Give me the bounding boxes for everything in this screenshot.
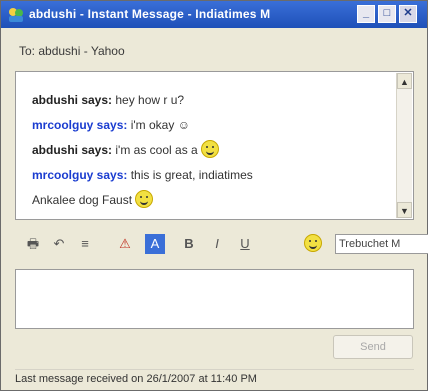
message-input[interactable]: [15, 269, 414, 329]
bold-icon[interactable]: B: [179, 234, 199, 254]
message-text: this is great, indiatimes: [130, 168, 253, 182]
message-list: abdushi says: hey how r u? mrcoolguy say…: [32, 88, 253, 213]
message-text: i'm okay ☺: [130, 118, 190, 132]
message-row: abdushi says: i'm as cool as a: [32, 138, 253, 163]
font-icon[interactable]: A: [145, 234, 165, 254]
recipient-label: To: abdushi - Yahoo: [19, 44, 125, 58]
message-text: i'm as cool as a: [115, 143, 198, 157]
smiley-emoticon-icon: [201, 140, 220, 158]
smiley-emoticon-icon: [135, 190, 154, 208]
close-button[interactable]: ✕: [399, 5, 417, 23]
list-icon[interactable]: ≡: [75, 234, 95, 254]
send-button[interactable]: Send: [333, 335, 413, 359]
message-sender: mrcoolguy says:: [32, 118, 128, 132]
conversation-scrollbar[interactable]: ▲ ▼: [396, 73, 412, 218]
scroll-up-arrow-icon[interactable]: ▲: [397, 73, 412, 89]
format-toolbar: 🖶 ↶ ≡ ⚠ A B I U Trebuchet M: [15, 229, 428, 263]
messenger-app-icon: [9, 8, 23, 22]
smiley-icon[interactable]: [303, 234, 323, 254]
underline-icon[interactable]: U: [235, 234, 255, 254]
status-bar: Last message received on 26/1/2007 at 11…: [15, 369, 414, 388]
italic-icon[interactable]: I: [207, 234, 227, 254]
scroll-down-arrow-icon[interactable]: ▼: [397, 202, 412, 218]
font-select[interactable]: Trebuchet M: [335, 234, 428, 254]
message-sender: abdushi says:: [32, 93, 113, 107]
message-row: mrcoolguy says: this is great, indiatime…: [32, 163, 253, 188]
undo-icon[interactable]: ↶: [49, 234, 69, 254]
smiley-glyph-icon: [304, 234, 322, 252]
alert-icon[interactable]: ⚠: [115, 234, 135, 254]
im-window: abdushi - Instant Message - Indiatimes M…: [0, 0, 428, 391]
message-row: abdushi says: hey how r u?: [32, 88, 253, 113]
message-row: mrcoolguy says: i'm okay ☺: [32, 113, 253, 138]
message-sender: abdushi says:: [32, 143, 113, 157]
window-title: abdushi - Instant Message - Indiatimes M: [29, 7, 271, 21]
typing-line: Ankalee dog Faust: [32, 188, 253, 213]
title-bar[interactable]: abdushi - Instant Message - Indiatimes M…: [1, 1, 427, 28]
minimize-button[interactable]: _: [357, 5, 375, 23]
message-text: hey how r u?: [115, 93, 185, 107]
conversation-history[interactable]: abdushi says: hey how r u? mrcoolguy say…: [15, 71, 414, 220]
message-sender: mrcoolguy says:: [32, 168, 128, 182]
typing-text: Ankalee dog Faust: [32, 193, 133, 207]
maximize-button[interactable]: □: [378, 5, 396, 23]
print-icon[interactable]: 🖶: [23, 234, 43, 254]
